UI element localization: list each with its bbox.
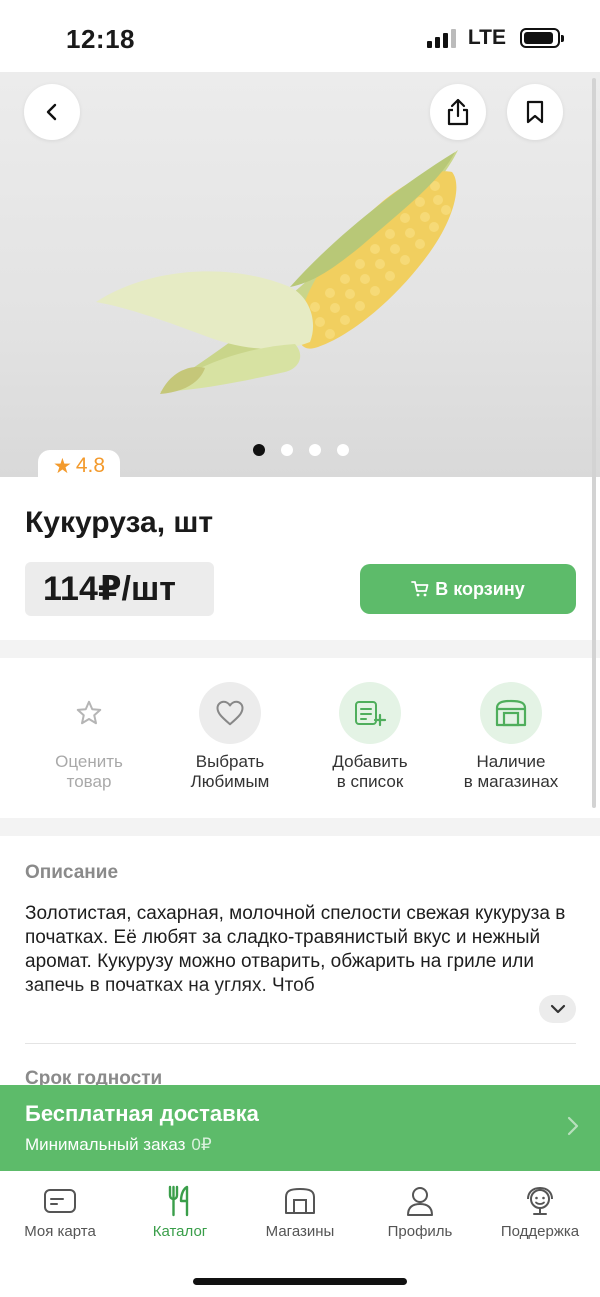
add-to-cart-label: В корзину xyxy=(435,578,525,599)
add-to-list-button[interactable]: Добавить в список xyxy=(300,682,440,792)
expand-description-button[interactable] xyxy=(539,995,576,1023)
rating-badge: ★ 4.8 xyxy=(38,450,120,482)
section-divider xyxy=(0,818,600,836)
delivery-title: Бесплатная доставка xyxy=(25,1101,259,1126)
min-order-value: 0₽ xyxy=(191,1135,212,1154)
tab-my-card[interactable]: Моя карта xyxy=(0,1183,120,1240)
add-to-cart-button[interactable]: В корзину xyxy=(360,564,576,614)
chevron-down-icon xyxy=(550,1004,565,1014)
description-fade xyxy=(0,985,600,1025)
share-icon xyxy=(447,98,469,126)
corn-image xyxy=(96,150,458,394)
description-heading: Описание xyxy=(25,862,119,883)
support-icon xyxy=(480,1183,600,1219)
chevron-left-icon xyxy=(46,103,57,121)
status-bar: 12:18 LTE xyxy=(0,0,600,72)
star-icon: ★ xyxy=(52,454,72,478)
bookmark-button[interactable] xyxy=(507,84,563,140)
card-icon xyxy=(0,1183,120,1219)
tab-label: Поддержка xyxy=(500,1223,580,1240)
shop-icon xyxy=(240,1183,360,1219)
tab-catalog[interactable]: Каталог xyxy=(120,1183,240,1240)
home-indicator[interactable] xyxy=(193,1278,407,1285)
favorite-button[interactable]: Выбрать Любимым xyxy=(160,682,300,792)
section-divider xyxy=(0,640,600,658)
min-order-info: Минимальный заказ 0₽ xyxy=(25,1135,212,1155)
store-availability-button[interactable]: Наличие в магазинах xyxy=(441,682,581,792)
product-actions: Оценить товар Выбрать Любимым Добавить в… xyxy=(0,682,600,802)
tab-profile[interactable]: Профиль xyxy=(360,1183,480,1240)
add-list-icon xyxy=(339,682,401,744)
battery-icon xyxy=(520,28,564,48)
catalog-icon xyxy=(120,1183,240,1219)
tab-label: Моя карта xyxy=(24,1223,96,1240)
chevron-right-icon xyxy=(567,1116,579,1136)
image-pagination[interactable] xyxy=(253,444,349,456)
favorite-label: Выбрать Любимым xyxy=(190,752,270,791)
rating-value: 4.8 xyxy=(75,454,106,477)
tab-label: Профиль xyxy=(387,1223,453,1240)
back-button[interactable] xyxy=(24,84,80,140)
product-title: Кукуруза, шт xyxy=(25,506,214,539)
cart-icon xyxy=(411,581,429,597)
price-tag: 114₽/шт xyxy=(25,562,214,616)
rate-product-button[interactable]: Оценить товар xyxy=(19,682,159,792)
page-dot[interactable] xyxy=(281,444,293,456)
status-indicators: LTE xyxy=(426,26,564,50)
min-order-label: Минимальный заказ xyxy=(25,1135,186,1154)
add-to-list-label: Добавить в список xyxy=(332,752,408,791)
network-label: LTE xyxy=(467,26,506,49)
star-outline-icon xyxy=(58,682,120,744)
scrollbar[interactable] xyxy=(592,78,596,808)
store-availability-label: Наличие в магазинах xyxy=(463,752,559,791)
tab-stores[interactable]: Магазины xyxy=(240,1183,360,1240)
heart-icon xyxy=(199,682,261,744)
product-image-gallery[interactable] xyxy=(0,72,600,477)
page-dot[interactable] xyxy=(253,444,265,456)
signal-icon xyxy=(426,28,456,48)
page-dot[interactable] xyxy=(337,444,349,456)
bookmark-icon xyxy=(526,100,544,124)
tab-support[interactable]: Поддержка xyxy=(480,1183,600,1240)
price-value: 114₽/шт xyxy=(43,570,176,608)
rate-product-label: Оценить товар xyxy=(55,752,123,791)
description-divider xyxy=(25,1043,576,1044)
share-button[interactable] xyxy=(430,84,486,140)
profile-icon xyxy=(360,1183,480,1219)
free-delivery-banner[interactable]: Бесплатная доставка Минимальный заказ 0₽ xyxy=(0,1085,600,1171)
tab-label: Магазины xyxy=(265,1223,335,1240)
store-icon xyxy=(480,682,542,744)
page-dot[interactable] xyxy=(309,444,321,456)
tab-label: Каталог xyxy=(152,1223,208,1240)
status-time: 12:18 xyxy=(66,24,135,54)
